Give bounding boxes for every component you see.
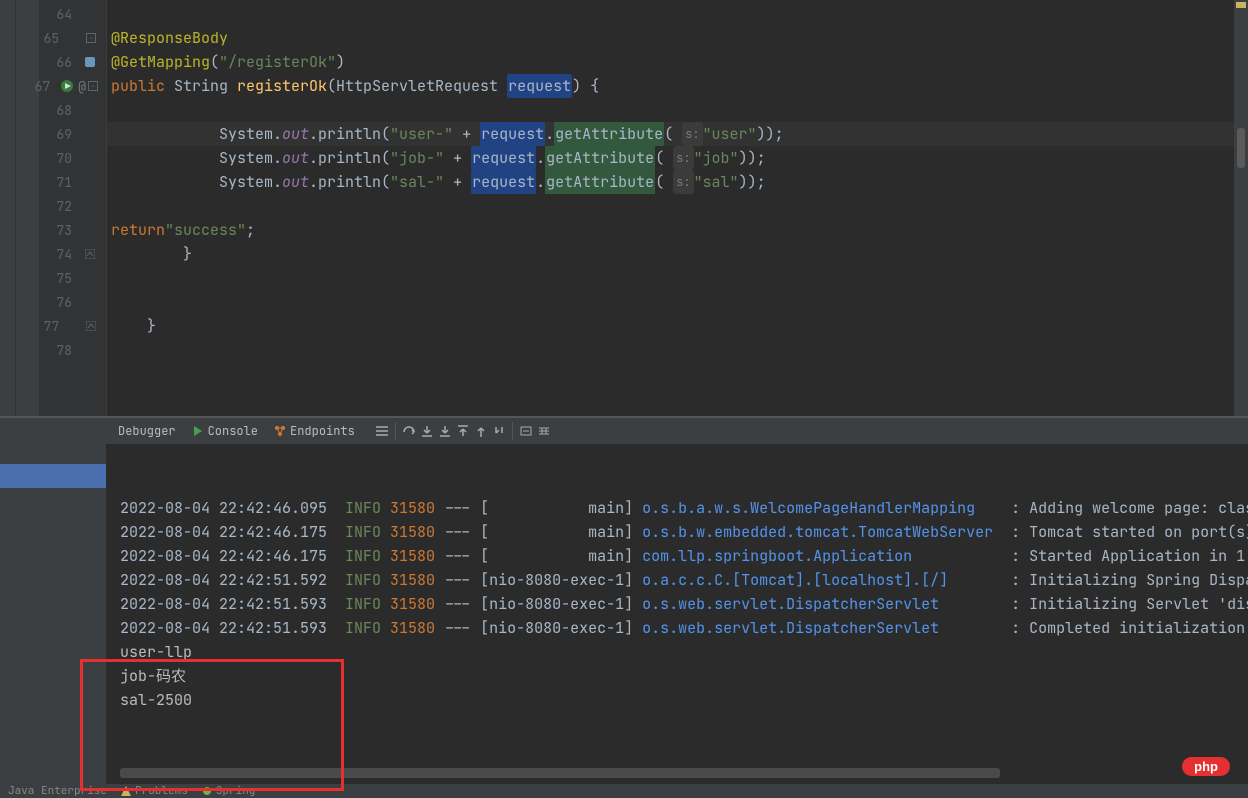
code-line[interactable] (107, 290, 1234, 314)
line-number: 69 (48, 126, 72, 143)
bookmark-gutter-icon[interactable] (82, 54, 98, 70)
evaluate-icon[interactable] (519, 424, 533, 438)
code-line[interactable] (107, 2, 1234, 26)
code-line[interactable] (107, 98, 1234, 122)
editor-scrollbar[interactable] (1234, 0, 1248, 416)
code-line[interactable]: public String registerOk(HttpServletRequ… (107, 74, 1234, 98)
code-line[interactable] (107, 266, 1234, 290)
debugger-label: Debugger (118, 423, 176, 439)
log-line: 2022-08-04 22:42:46.095 INFO 31580 --- [… (120, 496, 1248, 520)
gutter-row[interactable]: 77 (39, 314, 106, 338)
line-number: 67 (35, 78, 51, 95)
gutter-row[interactable]: 78 (39, 338, 106, 362)
gutter-row[interactable]: 67@− (39, 74, 106, 98)
fold-toggle-icon[interactable]: − (85, 30, 98, 46)
step-out-icon[interactable] (474, 424, 488, 438)
code-line[interactable]: @GetMapping("/registerOk") (107, 50, 1234, 74)
stdout-line: user-llp (120, 640, 1248, 664)
code-line[interactable]: } (107, 242, 1234, 266)
console-label: Console (208, 423, 258, 439)
scroll-thumb[interactable] (1237, 128, 1245, 168)
watermark-badge: php (1182, 757, 1230, 776)
log-line: 2022-08-04 22:42:51.593 INFO 31580 --- [… (120, 616, 1248, 640)
step-over-icon[interactable] (402, 424, 416, 438)
code-line[interactable]: return "success"; (107, 218, 1234, 242)
gutter-row[interactable]: 65 − (39, 26, 106, 50)
code-line[interactable]: } (107, 314, 1234, 338)
line-number: 70 (48, 150, 72, 167)
console-output[interactable]: 2022-08-04 22:42:46.095 INFO 31580 --- [… (106, 444, 1248, 784)
gutter-row[interactable]: 75 (39, 266, 106, 290)
editor-gutter[interactable]: 64 65 −66 67@− 68 69 70 71 72 73 74 75 76 77 78 (39, 0, 107, 416)
log-line: 2022-08-04 22:42:51.592 INFO 31580 --- [… (120, 568, 1248, 592)
line-number: 66 (48, 54, 72, 71)
download-icon[interactable] (420, 424, 434, 438)
gutter-row[interactable]: 64 (39, 2, 106, 26)
debug-toolbar: Debugger Console Endpoints (106, 418, 1248, 444)
debug-frames-sidebar[interactable] (0, 418, 106, 784)
code-editor[interactable]: @ResponseBody @GetMapping("/registerOk")… (107, 0, 1234, 416)
fold-end-icon[interactable] (82, 246, 98, 262)
console-scrollbar[interactable] (120, 768, 1000, 778)
code-line[interactable]: @ResponseBody (107, 26, 1234, 50)
step-drop-icon[interactable] (492, 424, 506, 438)
endpoints-icon (274, 425, 286, 437)
line-number: 65 (39, 30, 59, 47)
selected-frame[interactable] (0, 464, 106, 488)
gutter-row[interactable]: 66 (39, 50, 106, 74)
run-gutter-icon[interactable] (60, 78, 74, 94)
fold-toggle-icon[interactable]: − (88, 78, 98, 94)
code-line[interactable]: System.out.println("user-" + request.get… (107, 122, 1234, 146)
status-item-spring[interactable]: Spring (202, 784, 256, 798)
endpoints-label: Endpoints (290, 423, 355, 439)
stdout-line: sal-2500 (120, 688, 1248, 712)
line-number: 64 (48, 6, 72, 23)
tab-console[interactable]: Console (186, 421, 264, 441)
line-number: 73 (48, 222, 72, 239)
code-line[interactable]: System.out.println("sal-" + request.getA… (107, 170, 1234, 194)
gutter-row[interactable]: 73 (39, 218, 106, 242)
gutter-row[interactable]: 68 (39, 98, 106, 122)
log-line: 2022-08-04 22:42:46.175 INFO 31580 --- [… (120, 544, 1248, 568)
line-number: 78 (48, 342, 72, 359)
status-item[interactable]: Java Enterprise (8, 784, 107, 798)
line-number: 76 (48, 294, 72, 311)
code-line[interactable] (107, 194, 1234, 218)
gutter-row[interactable]: 71 (39, 170, 106, 194)
gutter-row[interactable]: 70 (39, 146, 106, 170)
line-number: 75 (48, 270, 72, 287)
code-line[interactable]: System.out.println("job-" + request.getA… (107, 146, 1234, 170)
left-tool-sidebar (0, 0, 15, 416)
status-item-problems[interactable]: Problems (121, 784, 188, 798)
tab-debugger[interactable]: Debugger (112, 421, 182, 441)
settings-icon[interactable] (537, 424, 551, 438)
code-line[interactable] (107, 338, 1234, 362)
log-line: 2022-08-04 22:42:51.593 INFO 31580 --- [… (120, 592, 1248, 616)
play-icon (192, 425, 204, 437)
download-icon-2[interactable] (438, 424, 452, 438)
line-number: 77 (39, 318, 59, 335)
line-number: 71 (48, 174, 72, 191)
at-sign-icon: @ (78, 78, 86, 95)
status-bar: Java Enterprise Problems Spring (0, 784, 1248, 798)
stdout-line: job-码农 (120, 664, 1248, 688)
tab-endpoints[interactable]: Endpoints (268, 421, 361, 441)
log-line: 2022-08-04 22:42:46.175 INFO 31580 --- [… (120, 520, 1248, 544)
gutter-row[interactable]: 69 (39, 122, 106, 146)
gutter-row[interactable]: 76 (39, 290, 106, 314)
line-number: 74 (48, 246, 72, 263)
warning-stripe (1236, 2, 1246, 8)
line-number: 72 (48, 198, 72, 215)
upload-icon[interactable] (456, 424, 470, 438)
line-number: 68 (48, 102, 72, 119)
menu-icon[interactable] (375, 424, 389, 438)
tool-window-strip[interactable] (15, 0, 39, 416)
gutter-row[interactable]: 72 (39, 194, 106, 218)
fold-toggle-icon[interactable] (85, 318, 98, 334)
gutter-row[interactable]: 74 (39, 242, 106, 266)
